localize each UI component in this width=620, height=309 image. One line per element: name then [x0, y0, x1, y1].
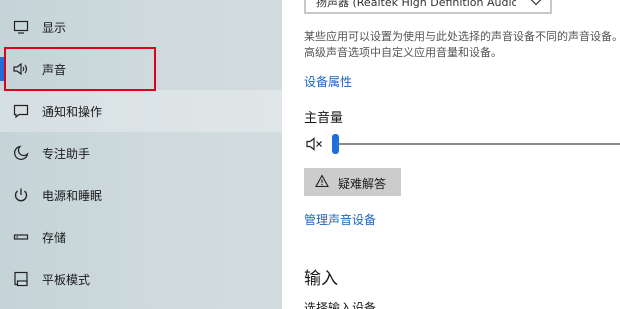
- sidebar-item-label: 平板模式: [42, 272, 91, 287]
- troubleshoot-button[interactable]: 疑难解答: [304, 168, 401, 196]
- master-volume-track[interactable]: [336, 143, 620, 145]
- master-volume-label: 主音量: [304, 111, 344, 126]
- sidebar-item-label: 存储: [42, 230, 67, 245]
- sidebar-item-label: 电源和睡眠: [42, 188, 103, 203]
- sidebar-item-notifications[interactable]: 通知和操作: [0, 90, 282, 132]
- sidebar-item-display[interactable]: 显示: [0, 6, 282, 48]
- speaker-icon: [12, 60, 30, 78]
- sound-settings-panel: 扬声器 (Realtek High Definition Audio) 某些应用…: [282, 0, 620, 309]
- sidebar-item-focus-assist[interactable]: 专注助手: [0, 132, 282, 174]
- moon-icon: [12, 144, 30, 162]
- sidebar-item-label: 专注助手: [42, 146, 91, 161]
- sidebar-item-power-sleep[interactable]: 电源和睡眠: [0, 174, 282, 216]
- sidebar-item-label: 显示: [42, 20, 67, 35]
- warning-icon: [315, 174, 329, 191]
- output-device-value: 扬声器 (Realtek High Definition Audio): [316, 0, 516, 9]
- notification-icon: [12, 102, 30, 120]
- storage-icon: [12, 228, 30, 246]
- sidebar-item-storage[interactable]: 存储: [0, 216, 282, 258]
- chevron-down-icon: [530, 0, 542, 10]
- speaker-muted-icon[interactable]: [306, 136, 326, 152]
- settings-sidebar: 显示 声音 通知和操作 专注助手 电源和睡眠 存储 平板模式: [0, 0, 282, 309]
- output-description: 某些应用可以设置为使用与此处选择的声音设备不同的声音设备。在高级声音选项中自定义…: [304, 30, 620, 59]
- input-device-label: 选择输入设备: [304, 301, 377, 309]
- power-icon: [12, 186, 30, 204]
- monitor-icon: [12, 18, 30, 36]
- sidebar-item-label: 声音: [42, 62, 67, 77]
- master-volume-thumb[interactable]: [332, 134, 339, 154]
- sidebar-item-label: 通知和操作: [42, 104, 103, 119]
- tablet-icon: [12, 270, 30, 288]
- input-section-heading: 输入: [304, 269, 338, 289]
- device-properties-link[interactable]: 设备属性: [304, 73, 352, 90]
- sidebar-item-sound[interactable]: 声音: [0, 48, 282, 90]
- manage-sound-devices-link[interactable]: 管理声音设备: [304, 211, 376, 228]
- sidebar-item-tablet-mode[interactable]: 平板模式: [0, 258, 282, 300]
- output-device-dropdown[interactable]: 扬声器 (Realtek High Definition Audio): [304, 0, 552, 14]
- troubleshoot-label: 疑难解答: [338, 177, 387, 191]
